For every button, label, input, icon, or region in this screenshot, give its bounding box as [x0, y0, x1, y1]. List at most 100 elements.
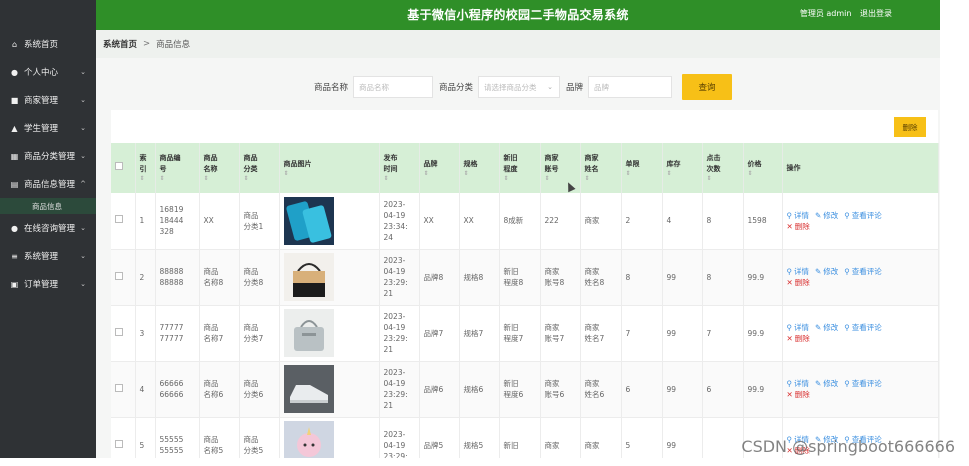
delete-button[interactable]: ✕ 删除 [787, 222, 810, 231]
doc-icon: ▤ [10, 179, 19, 189]
brand-label: 品牌 [566, 83, 584, 93]
review-label: 查看评论 [851, 379, 882, 388]
batch-delete-button[interactable]: 删除 [894, 117, 926, 137]
sort-icon[interactable]: ⇕ [244, 175, 275, 183]
sidebar-item-0[interactable]: ⌂ 系统首页 [0, 30, 96, 58]
name-input[interactable]: 商品名称 [353, 76, 434, 98]
sidebar-item-7[interactable]: ≡ 系统管理 ⌄ [0, 242, 96, 270]
sidebar-item-8[interactable]: ▣ 订单管理 ⌄ [0, 270, 96, 298]
sort-icon[interactable]: ⇕ [384, 175, 415, 183]
review-button[interactable]: ⚲ 查看评论 [844, 323, 882, 332]
detail-button[interactable]: ⚲ 详情 [787, 323, 810, 332]
cell-name: 商品 名称7 [199, 305, 240, 362]
column-header[interactable]: 单限 ⇕ [621, 143, 663, 193]
sidebar-item-2[interactable]: ■ 商家管理 ⌄ [0, 86, 96, 114]
detail-button[interactable]: ⚲ 详情 [787, 211, 810, 220]
sort-icon[interactable]: ⇕ [140, 175, 151, 183]
column-header[interactable]: 库存 ⇕ [662, 143, 703, 193]
actions-cell: ⚲ 详情 ✎ 修改 ⚲ 查看评论 ✕ 删除 [782, 193, 939, 250]
column-header[interactable]: 商家 姓名 ⇕ [580, 143, 622, 193]
cell-account: 商家 账号6 [540, 361, 581, 418]
sidebar-item-3[interactable]: ▲ 学生管理 ⌄ [0, 114, 96, 142]
student-icon: ▲ [11, 123, 18, 133]
sort-icon[interactable]: ⇕ [504, 175, 536, 183]
detail-button[interactable]: ⚲ 详情 [787, 267, 810, 276]
row-checkbox[interactable] [115, 439, 123, 448]
delete-button[interactable]: ✕ 删除 [787, 390, 810, 399]
cell-name: 商品 名称6 [199, 361, 240, 418]
column-header[interactable]: 商品 名称 ⇕ [199, 143, 240, 193]
row-select-cell [111, 193, 136, 250]
query-button[interactable]: 查询 [682, 74, 733, 100]
delete-label: 删除 [794, 278, 810, 287]
sidebar-item-6[interactable]: ● 在线咨询管理 ⌄ [0, 214, 96, 242]
sidebar-item-label: 系统管理 [24, 252, 59, 262]
column-header-label: 商品 分类 [243, 154, 258, 173]
sort-icon[interactable]: ⇕ [424, 170, 455, 178]
edit-button[interactable]: ✎ 修改 [815, 379, 838, 388]
sort-icon[interactable]: ⇕ [626, 170, 658, 178]
detail-button[interactable]: ⚲ 详情 [787, 379, 810, 388]
detail-label: 详情 [794, 267, 809, 276]
edit-button[interactable]: ✎ 修改 [815, 323, 838, 332]
cell-account: 222 [540, 193, 581, 250]
review-button[interactable]: ⚲ 查看评论 [844, 211, 882, 220]
sidebar-subitem-0[interactable]: 商品信息 [0, 198, 96, 214]
edit-button[interactable]: ✎ 修改 [815, 211, 838, 220]
review-button[interactable]: ⚲ 查看评论 [844, 379, 882, 388]
close-icon: ✕ [786, 390, 793, 399]
review-button[interactable]: ⚲ 查看评论 [844, 267, 882, 276]
cell-spec: 规格7 [459, 305, 500, 362]
logout-link[interactable]: 退出登录 [860, 9, 892, 18]
sort-icon[interactable]: ⇕ [585, 175, 617, 183]
sort-icon[interactable]: ⇕ [204, 175, 235, 183]
pencil-icon: ✎ [815, 267, 822, 276]
sort-icon[interactable]: ⇕ [284, 170, 375, 178]
cell-code: 77777 77777 [155, 305, 200, 362]
breadcrumb-home[interactable]: 系统首页 [103, 38, 137, 50]
column-header[interactable]: 价格 ⇕ [743, 143, 783, 193]
sort-icon[interactable]: ⇕ [464, 170, 495, 178]
edit-label: 修改 [823, 379, 839, 388]
close-icon: ✕ [786, 334, 793, 343]
column-header-label: 品牌 [423, 159, 438, 168]
delete-button[interactable]: ✕ 删除 [787, 334, 810, 343]
row-checkbox[interactable] [115, 327, 123, 336]
column-header[interactable]: 商品 分类 ⇕ [239, 143, 280, 193]
column-header[interactable]: 品牌 ⇕ [419, 143, 460, 193]
sort-icon[interactable]: ⇕ [707, 175, 739, 183]
row-checkbox[interactable] [115, 383, 123, 392]
edit-button[interactable]: ✎ 修改 [815, 267, 838, 276]
column-header[interactable]: 商品图片 ⇕ [279, 143, 380, 193]
sidebar-item-1[interactable]: ● 个人中心 ⌄ [0, 58, 96, 86]
sidebar-header [0, 0, 96, 30]
brand-input[interactable]: 品牌 [588, 76, 673, 98]
column-header-label: 发布 时间 [383, 154, 398, 173]
sort-icon[interactable]: ⇕ [160, 175, 195, 183]
sidebar-item-5[interactable]: ▤ 商品信息管理 ^ [0, 170, 96, 198]
row-checkbox[interactable] [115, 271, 123, 280]
select-all-checkbox[interactable] [115, 162, 123, 170]
product-image-cell [279, 249, 380, 306]
cell-brand: 品牌7 [419, 305, 460, 362]
category-select[interactable]: 请选择商品分类 ⌄ [478, 76, 561, 98]
column-header[interactable]: 新旧 程度 ⇕ [499, 143, 541, 193]
column-header[interactable]: 点击 次数 ⇕ [702, 143, 744, 193]
edit-label: 修改 [823, 267, 839, 276]
cell-index: 1 [135, 193, 156, 250]
actions-cell: ⚲ 详情 ✎ 修改 ⚲ 查看评论 ✕ 删除 [782, 249, 939, 306]
sort-icon[interactable]: ⇕ [748, 170, 778, 178]
column-header[interactable]: 索 引 ⇕ [135, 143, 156, 193]
breadcrumb-separator: > [143, 39, 151, 49]
column-header[interactable]: 规格 ⇕ [459, 143, 500, 193]
cell-clicks: 7 [702, 305, 744, 362]
column-header[interactable]: 商品编 号 ⇕ [155, 143, 200, 193]
sidebar-item-4[interactable]: ▦ 商品分类管理 ⌄ [0, 142, 96, 170]
row-checkbox[interactable] [115, 215, 123, 224]
cell-clicks: 8 [702, 193, 744, 250]
column-header[interactable]: 发布 时间 ⇕ [379, 143, 420, 193]
cell-stock: 99 [662, 249, 703, 306]
delete-button[interactable]: ✕ 删除 [787, 278, 810, 287]
sidebar-item-label: 商品分类管理 [24, 152, 76, 162]
sort-icon[interactable]: ⇕ [667, 170, 698, 178]
